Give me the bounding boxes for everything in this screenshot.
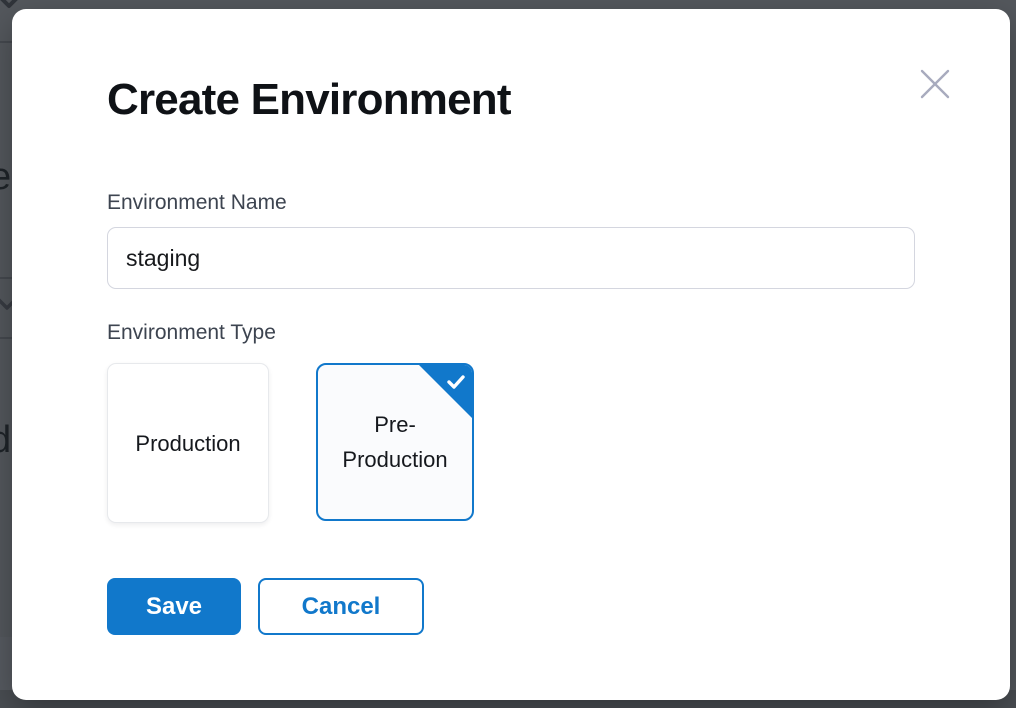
- create-environment-dialog: Create Environment Environment Name Envi…: [12, 9, 1010, 700]
- backdrop-text-fragment: d: [0, 421, 11, 459]
- check-icon: [444, 370, 468, 394]
- type-option-label: Pre-Production: [330, 407, 460, 477]
- cancel-button[interactable]: Cancel: [258, 578, 424, 635]
- dialog-title: Create Environment: [107, 75, 511, 125]
- type-option-label: Production: [135, 426, 240, 461]
- type-option-pre-production[interactable]: Pre-Production: [316, 363, 474, 521]
- type-option-production[interactable]: Production: [107, 363, 269, 523]
- close-button[interactable]: [917, 66, 953, 102]
- backdrop-text-fragment: e: [0, 158, 11, 196]
- environment-name-input[interactable]: [107, 227, 915, 289]
- save-button[interactable]: Save: [107, 578, 241, 635]
- check-chevron-icon: [0, 0, 25, 10]
- environment-type-label: Environment Type: [107, 320, 276, 345]
- environment-name-label: Environment Name: [107, 190, 287, 215]
- close-icon: [920, 69, 950, 99]
